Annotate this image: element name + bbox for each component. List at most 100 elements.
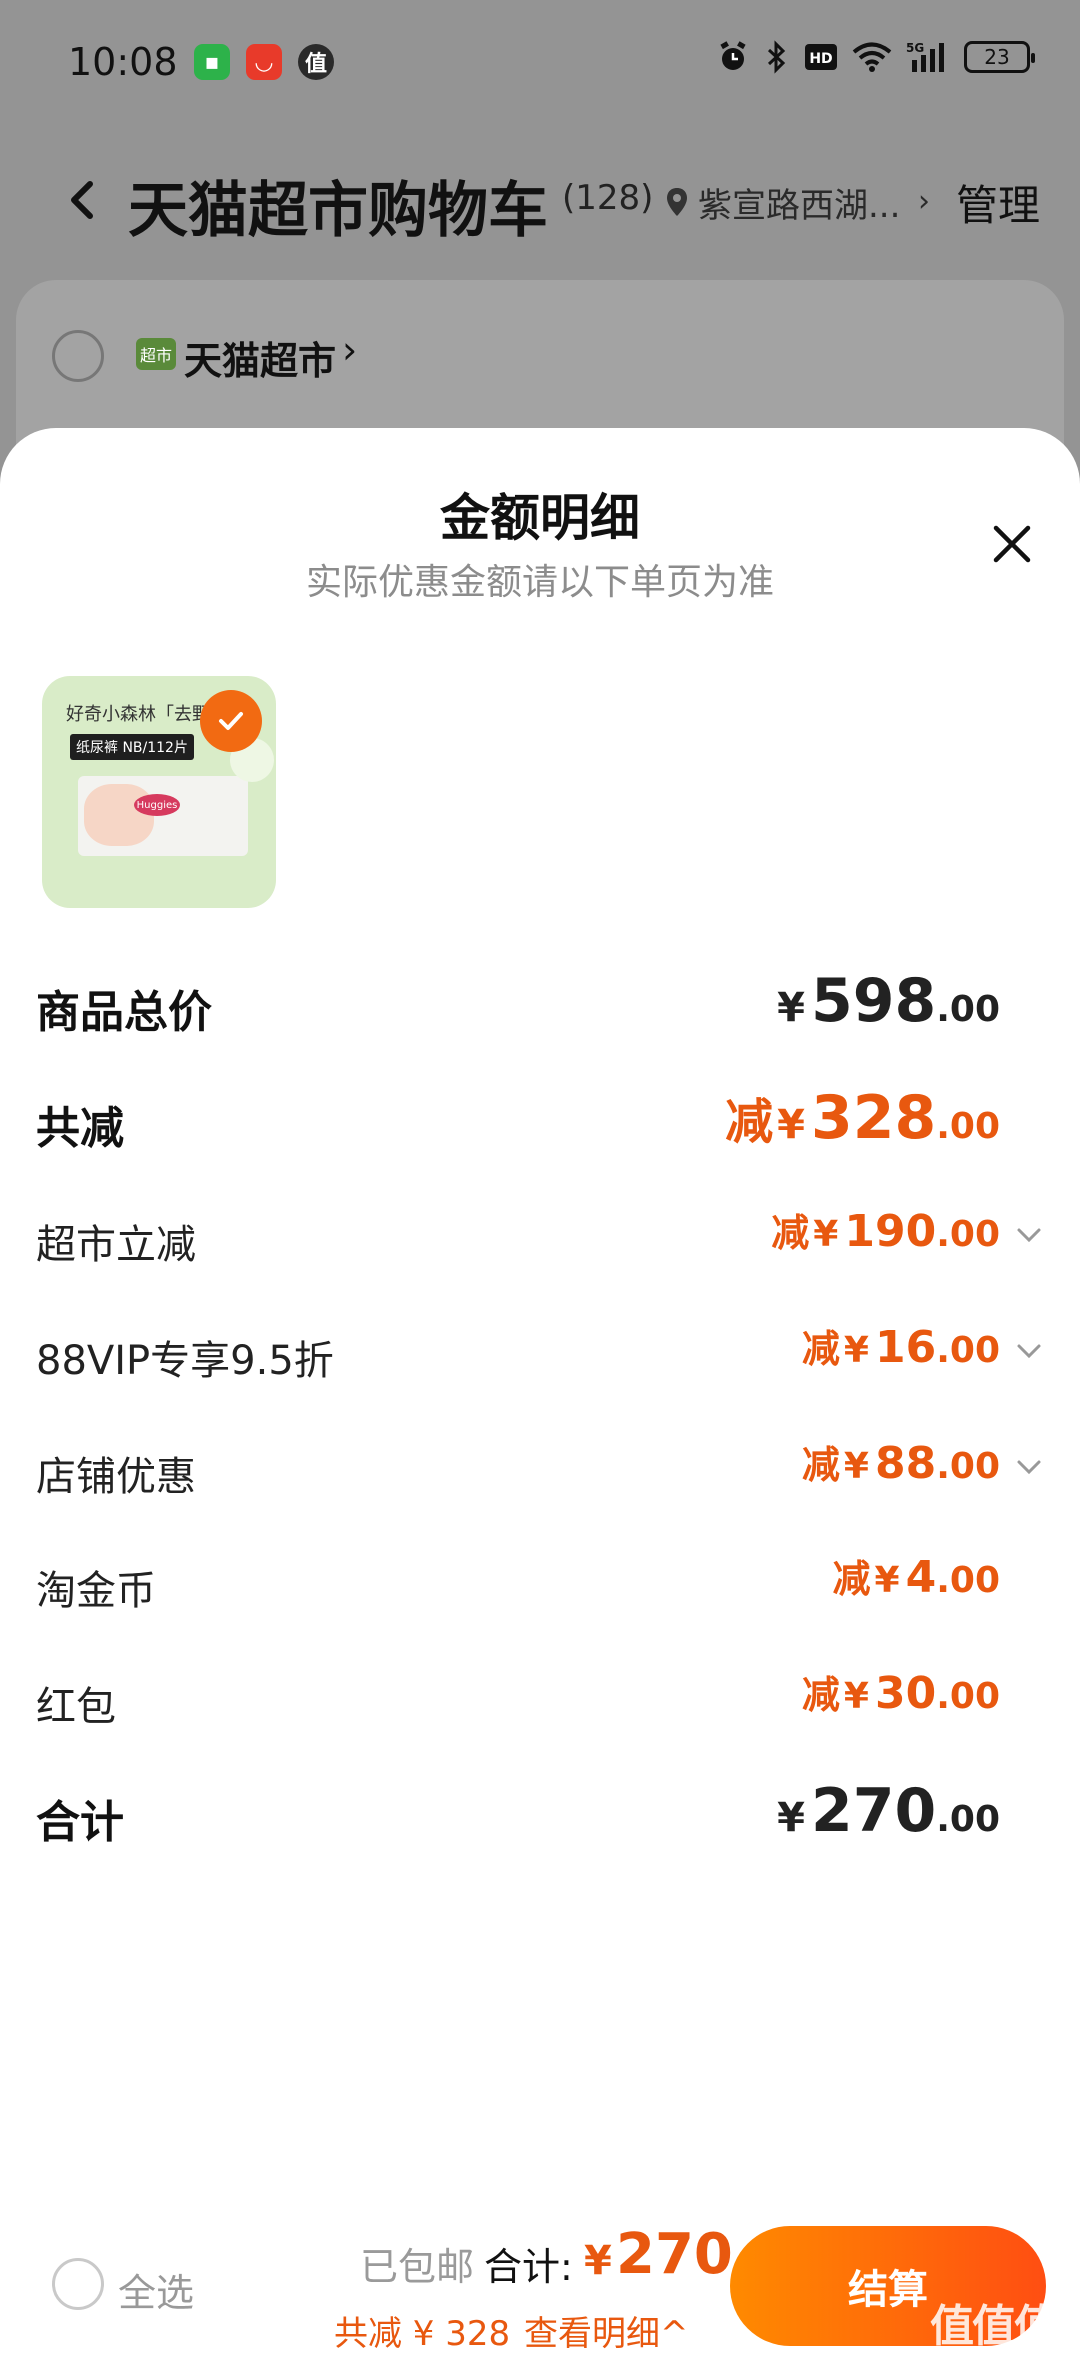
- row-taojinbi: 淘金币 减 ¥ 4 .00: [0, 1542, 1080, 1622]
- amount-dec: .00: [936, 1214, 1000, 1255]
- chevron-down-icon[interactable]: [1014, 1220, 1044, 1250]
- svg-text:HD: HD: [809, 51, 832, 67]
- yen-sign: ¥: [777, 1102, 805, 1148]
- watermark: 值值值: [930, 2301, 1058, 2352]
- cart-count: (128): [562, 178, 654, 218]
- close-icon[interactable]: [986, 518, 1038, 570]
- shop-app-icon: ◡: [246, 44, 282, 80]
- row-subtotal: 商品总价 ¥ 598 .00: [0, 960, 1080, 1040]
- minus-prefix: 减: [801, 1673, 840, 1717]
- status-time: 10:08: [68, 40, 178, 84]
- amount-int: 30: [874, 1668, 937, 1719]
- screen: 10:08 ▪ ◡ 值 HD 5G 23 天猫超市购物车 (128) 紫宣路西湖…: [0, 0, 1080, 2376]
- sheet-title: 金额明细: [440, 489, 640, 547]
- row-amount: 减 ¥ 190 .00: [771, 1202, 1000, 1257]
- signal-5g-icon: 5G: [906, 40, 950, 74]
- store-select-radio[interactable]: [52, 330, 104, 382]
- row-88vip-discount[interactable]: 88VIP专享9.5折 减 ¥ 16 .00: [0, 1312, 1080, 1392]
- back-arrow-icon[interactable]: [60, 170, 100, 230]
- minus-prefix: 减: [801, 1327, 840, 1371]
- chevron-down-icon[interactable]: [1014, 1452, 1044, 1482]
- amount-int: 328: [810, 1083, 937, 1153]
- amount-detail-sheet: 金额明细 实际优惠金额请以下单页为准 好奇小森林「去野系列」 纸尿裤 NB/11…: [0, 428, 1080, 2376]
- amount-dec: .00: [936, 1799, 1000, 1840]
- cart-title: 天猫超市购物车: [128, 176, 548, 246]
- hd-icon: HD: [804, 42, 838, 72]
- yen-sign: ¥: [843, 1446, 869, 1487]
- amount-dec: .00: [936, 1106, 1000, 1147]
- row-amount: ¥ 270 .00: [773, 1776, 1000, 1846]
- location-pin-icon: [665, 186, 689, 218]
- amount-int: 190: [844, 1206, 937, 1257]
- delivery-address[interactable]: 紫宣路西湖...: [698, 178, 900, 227]
- alarm-icon: [716, 40, 750, 74]
- manage-button[interactable]: 管理: [956, 172, 1040, 233]
- yen-sign: ¥: [777, 1795, 805, 1841]
- battery-icon: 23: [964, 41, 1035, 73]
- yen-sign: ¥: [874, 1560, 900, 1601]
- row-label: 共减: [36, 1103, 124, 1154]
- amount-dec: .00: [936, 1446, 1000, 1487]
- total-value: 270: [616, 2222, 733, 2287]
- total-label: 合计:: [484, 2245, 573, 2289]
- store-chevron-icon: ›: [342, 328, 358, 372]
- huggies-logo: Huggies: [134, 794, 180, 816]
- row-label: 红包: [36, 1684, 116, 1730]
- minus-prefix: 减: [801, 1443, 840, 1487]
- cart-header: 天猫超市购物车 (128) 紫宣路西湖... › 管理: [0, 150, 1080, 260]
- amount-int: 16: [874, 1322, 937, 1373]
- svg-text:5G: 5G: [906, 41, 924, 55]
- free-shipping-label: 已包邮: [360, 2245, 475, 2289]
- minus-prefix: 减: [771, 1211, 810, 1255]
- watermark-url: zhizhizhi.com: [932, 2346, 1041, 2365]
- row-total-discount: 共减 减 ¥ 328 .00: [0, 1076, 1080, 1156]
- amount-dec: .00: [936, 989, 1000, 1030]
- amount-int: 4: [905, 1552, 937, 1603]
- row-amount: 减 ¥ 30 .00: [802, 1664, 1000, 1719]
- row-red-packet: 红包 减 ¥ 30 .00: [0, 1658, 1080, 1738]
- yen-sign: ¥: [813, 1214, 839, 1255]
- minus-prefix: 减: [725, 1094, 774, 1150]
- row-amount: 减 ¥ 328 .00: [725, 1082, 1000, 1153]
- row-amount: ¥ 598 .00: [773, 966, 1000, 1036]
- amount-dec: .00: [936, 1676, 1000, 1717]
- row-label: 合计: [36, 1797, 124, 1848]
- zhi-app-icon: 值: [298, 44, 334, 80]
- row-label: 超市立减: [36, 1222, 196, 1268]
- sheet-subtitle: 实际优惠金额请以下单页为准: [305, 562, 774, 603]
- amount-int: 270: [810, 1776, 937, 1846]
- message-app-icon: ▪: [194, 44, 230, 80]
- yen-sign: ¥: [777, 985, 805, 1031]
- amount-int: 88: [874, 1438, 937, 1489]
- store-name[interactable]: 天猫超市: [184, 330, 336, 385]
- bluetooth-icon: [764, 40, 790, 74]
- select-all-radio[interactable]: [52, 2258, 104, 2310]
- amount-int: 598: [810, 966, 937, 1036]
- minus-prefix: 减: [832, 1557, 871, 1601]
- row-amount: 减 ¥ 4 .00: [833, 1548, 1000, 1603]
- wifi-icon: [852, 41, 892, 73]
- selected-check-icon[interactable]: [200, 690, 262, 752]
- product-badge: 纸尿裤 NB/112片: [70, 734, 194, 760]
- select-all-label[interactable]: 全选: [118, 2262, 194, 2317]
- row-label: 淘金币: [36, 1568, 156, 1614]
- row-store-discount[interactable]: 店铺优惠 减 ¥ 88 .00: [0, 1428, 1080, 1508]
- amount-dec: .00: [936, 1560, 1000, 1601]
- status-icons: HD 5G 23: [716, 40, 1035, 74]
- chevron-right-icon: ›: [918, 184, 930, 219]
- chevron-down-icon[interactable]: [1014, 1336, 1044, 1366]
- row-amount: 减 ¥ 88 .00: [802, 1434, 1000, 1489]
- discount-summary: 共减 ¥ 328: [334, 2314, 511, 2354]
- row-amount: 减 ¥ 16 .00: [802, 1318, 1000, 1373]
- row-supermarket-discount[interactable]: 超市立减 减 ¥ 190 .00: [0, 1196, 1080, 1276]
- yen-sign: ¥: [843, 1676, 869, 1717]
- row-grand-total: 合计 ¥ 270 .00: [0, 1770, 1080, 1850]
- row-label: 店铺优惠: [36, 1454, 196, 1500]
- baby-image: [84, 784, 154, 846]
- row-label: 88VIP专享9.5折: [36, 1338, 334, 1384]
- status-bar: 10:08 ▪ ◡ 值 HD 5G 23: [0, 0, 1080, 130]
- row-label: 商品总价: [36, 987, 212, 1038]
- view-detail-link[interactable]: 查看明细^: [524, 2306, 689, 2355]
- total-yen-sign: ¥: [584, 2238, 612, 2284]
- amount-dec: .00: [936, 1330, 1000, 1371]
